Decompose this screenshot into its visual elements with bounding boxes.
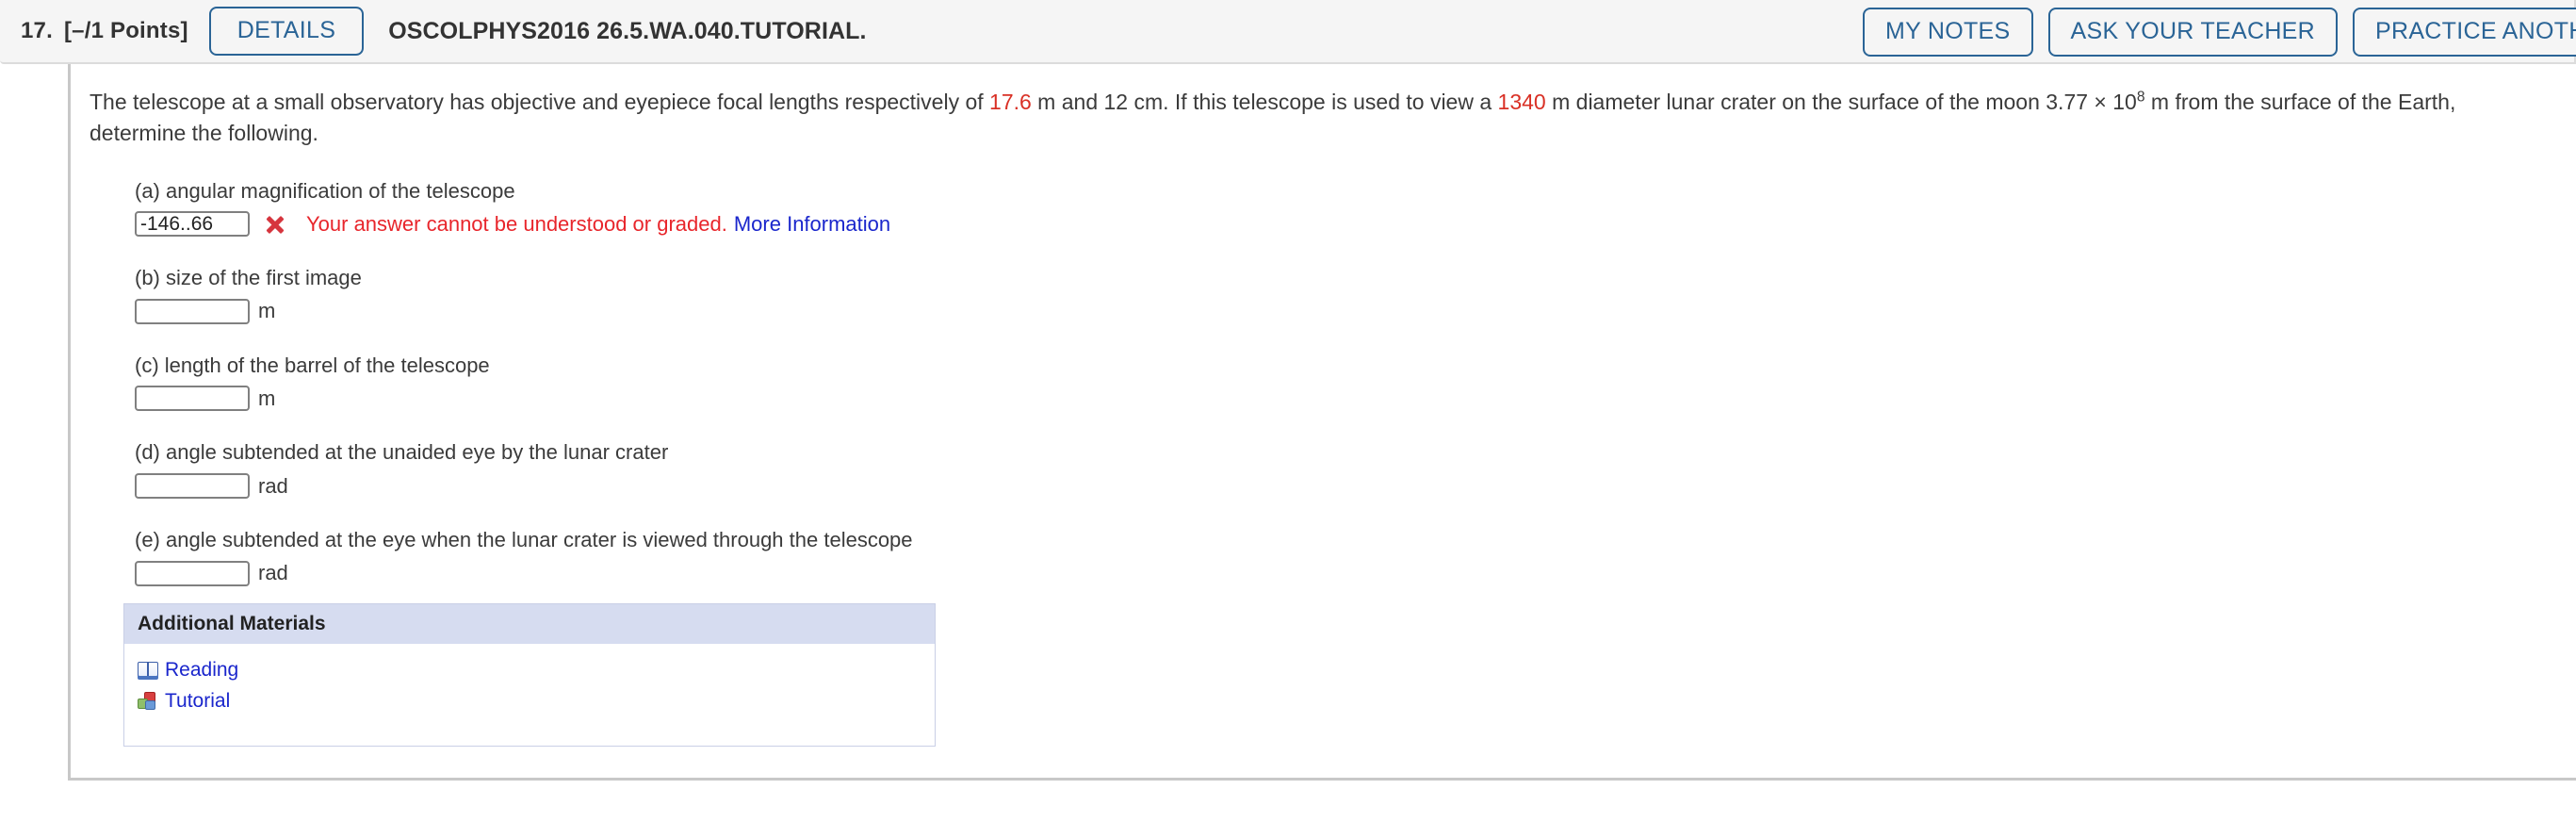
question-content: The telescope at a small observatory has…: [71, 64, 2576, 747]
objective-focal-length-value: 17.6: [989, 90, 1032, 114]
part-b-answer-row: m: [135, 298, 2576, 324]
part-e-label: (e) angle subtended at the eye when the …: [135, 528, 913, 552]
part-a-answer-input[interactable]: [135, 211, 250, 238]
part-c-label: (c) length of the barrel of the telescop…: [135, 353, 490, 377]
incorrect-x-icon: [265, 214, 285, 235]
assignment-code: OSCOLPHYS2016 26.5.WA.040.TUTORIAL.: [388, 17, 867, 44]
question-part-b: (b) size of the first image m: [90, 265, 2576, 324]
part-e-answer-row: rad: [135, 560, 2576, 586]
details-button[interactable]: DETAILS: [208, 7, 365, 56]
reading-link[interactable]: Reading: [165, 659, 238, 682]
additional-materials-panel: Additional Materials Reading Tutorial: [123, 602, 936, 747]
practice-another-button[interactable]: PRACTICE ANOTHER: [2353, 8, 2576, 57]
header-action-buttons: MY NOTES ASK YOUR TEACHER PRACTICE ANOTH…: [1862, 0, 2576, 64]
part-b-label: (b) size of the first image: [135, 266, 362, 290]
stem-text-3: m diameter lunar crater on the surface o…: [1545, 90, 2095, 114]
stem-text-2: m and 12 cm. If this telescope is used t…: [1031, 90, 1498, 114]
part-a-error-message: Your answer cannot be understood or grad…: [306, 211, 727, 236]
question-number: 17.: [21, 18, 53, 43]
book-icon: [138, 661, 158, 680]
crater-diameter-value: 1340: [1497, 90, 1546, 114]
part-e-unit: rad: [258, 561, 288, 585]
question-body-container: The telescope at a small observatory has…: [68, 64, 2576, 781]
power-exponent: 8: [2136, 89, 2145, 106]
question-part-e: (e) angle subtended at the eye when the …: [90, 527, 2576, 586]
more-information-link[interactable]: More Information: [734, 212, 890, 237]
part-b-unit: m: [258, 299, 276, 323]
question-points: [–/1 Points]: [63, 18, 188, 43]
material-item-tutorial[interactable]: Tutorial: [138, 690, 921, 713]
question-header-bar: 17. [–/1 Points] DETAILS OSCOLPHYS2016 2…: [0, 0, 2576, 64]
part-a-answer-row: Your answer cannot be understood or grad…: [135, 211, 2576, 238]
part-d-answer-row: rad: [135, 473, 2576, 500]
stem-text-1: The telescope at a small observatory has…: [90, 90, 990, 114]
additional-materials-list: Reading Tutorial: [124, 644, 935, 746]
additional-materials-title: Additional Materials: [124, 603, 935, 644]
part-d-label: (d) angle subtended at the unaided eye b…: [135, 440, 669, 465]
part-d-answer-input[interactable]: [135, 473, 250, 500]
question-part-a: (a) angular magnification of the telesco…: [90, 178, 2576, 238]
multiplication-sign: ×: [2094, 90, 2107, 114]
my-notes-button[interactable]: MY NOTES: [1862, 8, 2033, 57]
question-part-c: (c) length of the barrel of the telescop…: [90, 353, 2576, 412]
part-c-answer-row: m: [135, 386, 2576, 412]
question-part-d: (d) angle subtended at the unaided eye b…: [90, 439, 2576, 500]
part-d-unit: rad: [258, 473, 288, 498]
power-base: 10: [2106, 90, 2137, 114]
problem-statement: The telescope at a small observatory has…: [90, 87, 2539, 150]
part-b-answer-input[interactable]: [135, 298, 250, 324]
part-c-unit: m: [258, 386, 276, 410]
tutorial-link[interactable]: Tutorial: [165, 690, 230, 713]
cubes-icon: [138, 691, 158, 711]
part-e-answer-input[interactable]: [135, 560, 250, 586]
part-a-label: (a) angular magnification of the telesco…: [135, 178, 515, 203]
part-c-answer-input[interactable]: [135, 386, 250, 412]
ask-your-teacher-button[interactable]: ASK YOUR TEACHER: [2047, 8, 2338, 57]
header-left-group: 17. [–/1 Points] DETAILS OSCOLPHYS2016 2…: [0, 7, 867, 56]
material-item-reading[interactable]: Reading: [138, 659, 921, 682]
